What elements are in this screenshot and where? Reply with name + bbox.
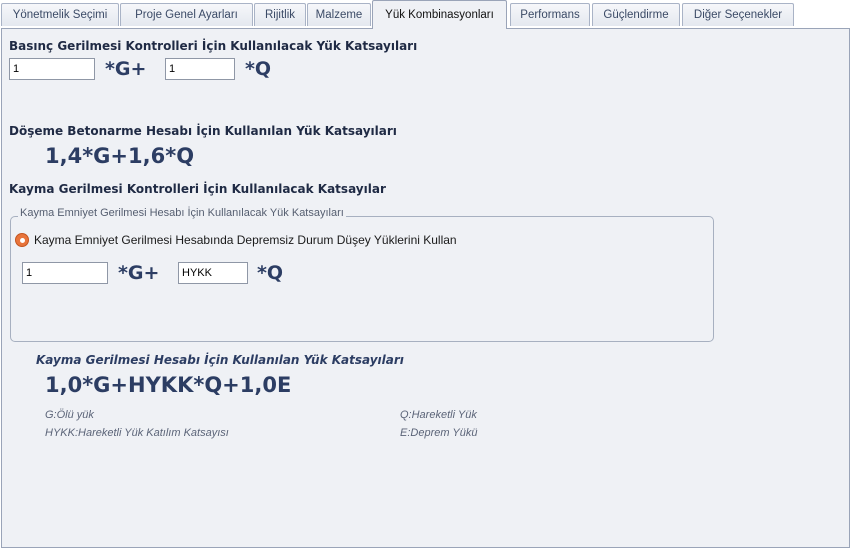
legend-hykk: HYKK:Hareketli Yük Katılım Katsayısı [45,427,229,439]
kayma-g-coefficient-input[interactable]: 1 [22,262,108,284]
kayma-q-suffix: *Q [257,262,284,284]
kayma-hesap-formula: 1,0*G+HYKK*Q+1,0E [45,373,292,397]
basinc-q-suffix: *Q [245,58,272,80]
tab-rijitlik[interactable]: Rijitlik [254,3,306,26]
basinc-q-coefficient-input[interactable]: 1 [165,58,235,80]
tab-diger-secenekler[interactable]: Diğer Seçenekler [682,3,794,26]
doseme-title: Döşeme Betonarme Hesabı İçin Kullanılan … [9,124,397,138]
tab-yuk-kombinasyonlari[interactable]: Yük Kombinasyonları [372,0,507,29]
depremsiz-durum-radio[interactable] [15,233,29,247]
doseme-formula: 1,4*G+1,6*Q [45,144,195,168]
tab-guclendirme[interactable]: Güçlendirme [592,3,680,26]
kayma-hesap-title: Kayma Gerilmesi Hesabı İçin Kullanılan Y… [36,353,404,367]
legend-g: G:Ölü yük [45,409,94,421]
tab-yonetmelik-secimi[interactable]: Yönetmelik Seçimi [1,3,119,26]
kayma-title: Kayma Gerilmesi Kontrolleri İçin Kullanı… [9,182,386,196]
legend-q: Q:Hareketli Yük [400,409,477,421]
depremsiz-durum-radio-label[interactable]: Kayma Emniyet Gerilmesi Hesabında Deprem… [34,233,457,247]
tab-performans[interactable]: Performans [510,3,590,26]
tab-malzeme[interactable]: Malzeme [307,3,371,26]
tab-proje-genel-ayarlari[interactable]: Proje Genel Ayarları [120,3,253,26]
legend-e: E:Deprem Yükü [400,427,478,439]
kayma-g-suffix: *G+ [118,262,160,284]
kayma-groupbox-title: Kayma Emniyet Gerilmesi Hesabı İçin Kull… [18,207,346,219]
basinc-g-coefficient-input[interactable]: 1 [9,58,95,80]
tab-strip: Yönetmelik Seçimi Proje Genel Ayarları R… [0,0,851,29]
basinc-title: Basınç Gerilmesi Kontrolleri İçin Kullan… [9,39,418,53]
basinc-g-suffix: *G+ [105,58,147,80]
kayma-q-coefficient-input[interactable]: HYKK [178,262,248,284]
